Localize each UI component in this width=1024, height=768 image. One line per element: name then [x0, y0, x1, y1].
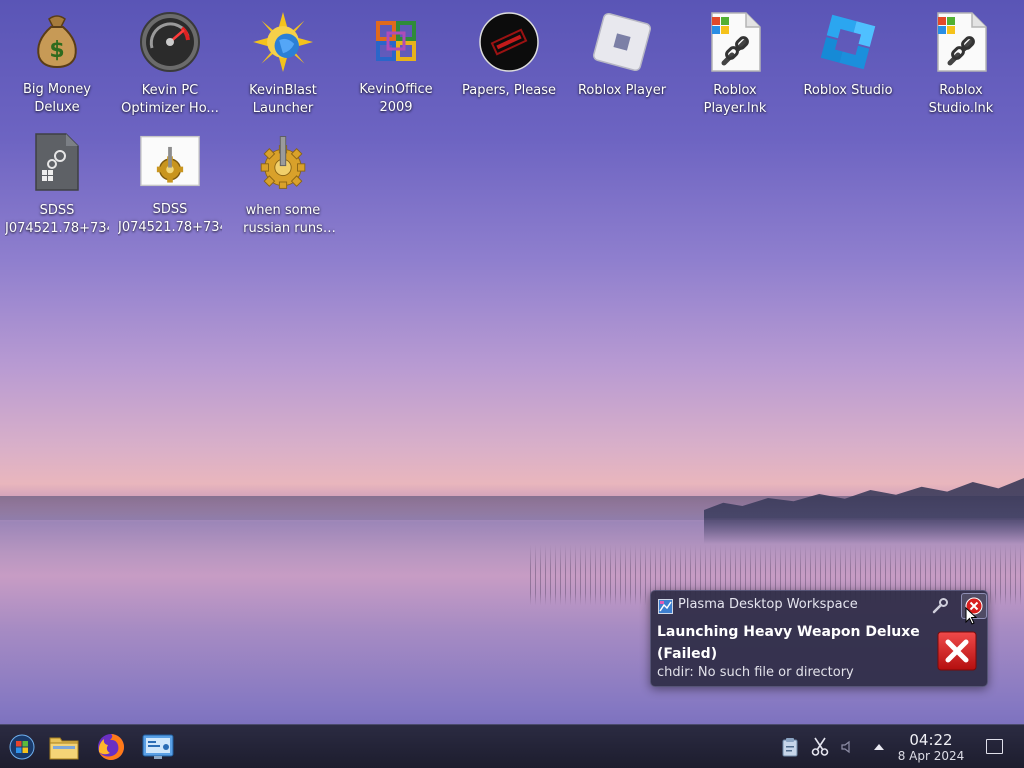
desktop-icon-roblox-studio-lnk[interactable]: Roblox Studio.lnk	[907, 4, 1015, 116]
volume-icon[interactable]	[836, 737, 856, 757]
sun-globe-icon	[253, 12, 313, 72]
desktop-icon-kevinblast-launcher[interactable]: KevinBlast Launcher	[229, 4, 337, 116]
file-manager-icon[interactable]	[48, 731, 80, 763]
error-icon	[937, 631, 977, 671]
notification-title: Launching Heavy Weapon Deluxe (Failed)	[657, 624, 920, 662]
notification-app-name: Plasma Desktop Workspace	[678, 597, 858, 612]
wallpaper-reflection	[704, 518, 1024, 544]
shortcut-file-icon	[931, 12, 991, 72]
desktop-icon-label: Big Money Deluxe	[22, 81, 91, 115]
desktop-icon-label: Papers, Please	[461, 83, 557, 98]
desktop-icon-label: SDSS J074521.78+734336.1....	[118, 201, 222, 235]
clock-time[interactable]: 04:22	[900, 731, 962, 749]
desktop-icon-sdss-executable[interactable]: SDSS J074521.78+734336.1-...	[3, 124, 111, 236]
show-desktop-icon[interactable]	[986, 739, 1003, 754]
desktop-icon-russian-runs[interactable]: when some russian runs a...	[229, 124, 337, 236]
desktop-icon-label: SDSS J074521.78+734336.1-...	[5, 203, 109, 236]
desktop-icon-kevinoffice-2009[interactable]: KevinOffice 2009	[342, 4, 450, 116]
wrench-icon[interactable]	[929, 595, 951, 617]
shortcut-file-icon	[705, 12, 765, 72]
desktop-icon-label: Roblox Studio.lnk	[928, 83, 994, 116]
desktop-icon-roblox-studio[interactable]: Roblox Studio	[794, 4, 902, 116]
desktop-icon-kevin-pc-optimizer[interactable]: Kevin PC Optimizer Ho...	[116, 4, 224, 116]
gear-document-icon	[140, 132, 200, 191]
desktop-icon-label: Roblox Studio	[803, 83, 893, 98]
system-settings-icon[interactable]	[142, 731, 174, 763]
desktop-icon-papers-please[interactable]: Papers, Please	[455, 4, 563, 116]
plasma-icon	[658, 599, 673, 614]
gear-icon	[253, 132, 313, 192]
desktop-icon-label: Roblox Player	[577, 83, 667, 98]
desktop-icon-label: when some russian runs a...	[243, 203, 323, 236]
office-logo-icon	[366, 12, 426, 71]
desktop-icon-roblox-player-lnk[interactable]: Roblox Player.lnk	[681, 4, 789, 116]
papers-please-icon	[479, 12, 539, 72]
start-menu-icon[interactable]	[6, 731, 38, 763]
svg-text:$: $	[49, 38, 64, 63]
desktop-icon-sdss-document[interactable]: SDSS J074521.78+734336.1....	[116, 124, 224, 236]
desktop-icon-label: KevinOffice 2009	[359, 81, 433, 115]
notification-body: chdir: No such file or directory	[657, 665, 854, 680]
desktop-icon-label: KevinBlast Launcher	[249, 83, 317, 116]
roblox-logo-icon	[592, 12, 652, 72]
scissors-icon[interactable]	[810, 737, 830, 757]
roblox-studio-icon	[818, 12, 878, 72]
firefox-icon[interactable]	[95, 731, 127, 763]
gauge-icon	[140, 12, 200, 72]
mouse-cursor-icon	[965, 607, 977, 625]
desktop-icon-label: Kevin PC Optimizer Ho...	[121, 83, 219, 116]
clock-date[interactable]: 8 Apr 2024	[892, 749, 970, 763]
money-bag-icon: $	[27, 12, 87, 71]
expand-tray-icon[interactable]	[869, 737, 889, 757]
desktop-icon-big-money-deluxe[interactable]: $ Big Money Deluxe	[3, 4, 111, 116]
clipboard-icon[interactable]	[780, 737, 800, 757]
taskbar: 04:22 8 Apr 2024	[0, 724, 1024, 768]
notification-popup[interactable]: Plasma Desktop Workspace Launching Heavy…	[650, 590, 988, 687]
executable-file-icon	[27, 132, 87, 192]
desktop-icon-label: Roblox Player.lnk	[703, 83, 767, 116]
desktop-icon-roblox-player[interactable]: Roblox Player	[568, 4, 676, 116]
